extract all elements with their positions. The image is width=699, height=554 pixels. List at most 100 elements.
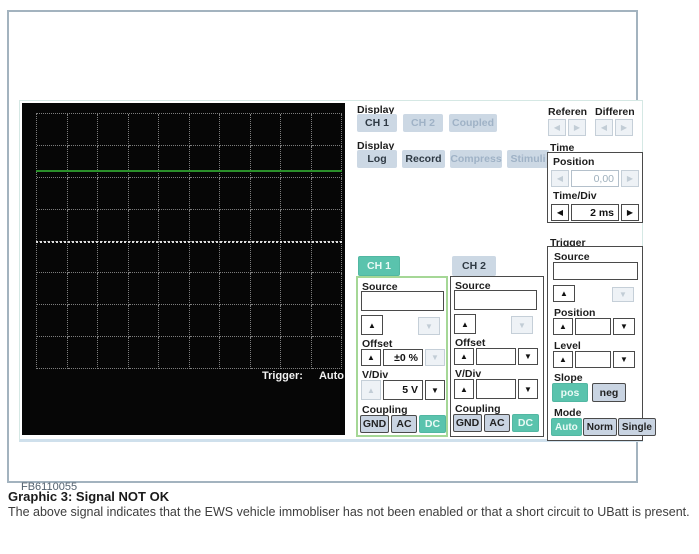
referen-prev-button[interactable]: ◀ bbox=[548, 119, 566, 136]
ch1-offset-field[interactable]: ±0 % bbox=[383, 349, 423, 366]
trigger-position-field[interactable] bbox=[575, 318, 611, 335]
ch2-vdiv-field[interactable] bbox=[476, 379, 516, 399]
arrow-up-icon: ▲ bbox=[461, 319, 469, 329]
arrow-up-icon: ▲ bbox=[368, 320, 376, 330]
ch2-coupling-gnd-button[interactable]: GND bbox=[453, 414, 482, 432]
ch2-offset-up-button[interactable]: ▲ bbox=[454, 348, 474, 365]
trigger-source-up-button[interactable]: ▲ bbox=[553, 285, 575, 302]
arrow-down-icon: ▼ bbox=[524, 384, 532, 394]
compress-button[interactable]: Compress bbox=[450, 150, 502, 168]
ch1-source-down-button[interactable]: ▼ bbox=[418, 317, 440, 335]
tab-ch2[interactable]: CH 2 bbox=[452, 256, 496, 276]
referen-label: Referen bbox=[548, 106, 588, 118]
time-position-label: Position bbox=[553, 156, 595, 168]
slope-neg-button[interactable]: neg bbox=[592, 383, 626, 402]
page: Trigger: Auto Display CH 1 CH 2 Coupled … bbox=[0, 0, 699, 554]
timediv-field[interactable]: 2 ms bbox=[571, 204, 619, 221]
arrow-right-icon: ▶ bbox=[620, 123, 628, 132]
ch1-panel: Source ▲ ▼ Offset ▲ ±0 % ▼ V/Div ▲ 5 V ▼… bbox=[356, 276, 448, 437]
trigger-status-label: Trigger: bbox=[262, 370, 303, 382]
arrow-right-icon: ▶ bbox=[626, 208, 634, 217]
ch1-coupling-dc-button[interactable]: DC bbox=[419, 415, 446, 433]
ch1-coupling-gnd-button[interactable]: GND bbox=[360, 415, 389, 433]
ch1-vdiv-field[interactable]: 5 V bbox=[383, 380, 423, 400]
arrow-down-icon: ▼ bbox=[518, 320, 526, 330]
stimuli-button[interactable]: Stimuli bbox=[507, 150, 549, 168]
caption-body: The above signal indicates that the EWS … bbox=[8, 505, 690, 519]
differen-label: Differen bbox=[595, 106, 635, 118]
ch2-offset-down-button[interactable]: ▼ bbox=[518, 348, 538, 365]
trigger-level-up-button[interactable]: ▲ bbox=[553, 351, 573, 368]
arrow-down-icon: ▼ bbox=[524, 352, 532, 361]
oscilloscope-app: Trigger: Auto Display CH 1 CH 2 Coupled … bbox=[19, 100, 656, 442]
trigger-level-field[interactable] bbox=[575, 351, 611, 368]
arrow-down-icon: ▼ bbox=[619, 290, 627, 299]
ch1-coupling-ac-button[interactable]: AC bbox=[391, 415, 417, 433]
slope-pos-button[interactable]: pos bbox=[552, 383, 588, 402]
arrow-up-icon: ▲ bbox=[460, 384, 468, 394]
arrow-up-icon: ▲ bbox=[560, 289, 568, 298]
display-coupled-button[interactable]: Coupled bbox=[449, 114, 497, 132]
trigger-status-value: Auto bbox=[318, 370, 344, 382]
ch2-vdiv-down-button[interactable]: ▼ bbox=[518, 379, 538, 399]
arrow-up-icon: ▲ bbox=[559, 355, 567, 364]
display-ch2-button[interactable]: CH 2 bbox=[403, 114, 443, 132]
ch2-source-field[interactable] bbox=[454, 290, 537, 310]
scope-screen: Trigger: Auto bbox=[22, 103, 345, 435]
ch2-panel: Source ▲ ▼ Offset ▲ ▼ V/Div ▲ ▼ Coupling bbox=[450, 276, 544, 437]
mode-norm-button[interactable]: Norm bbox=[582, 418, 617, 436]
arrow-down-icon: ▼ bbox=[431, 353, 439, 362]
time-group: Position ◀ 0,00 ▶ Time/Div ◀ 2 ms ▶ bbox=[547, 152, 643, 223]
caption-title: Graphic 3: Signal NOT OK bbox=[8, 489, 170, 504]
ch2-coupling-dc-button[interactable]: DC bbox=[512, 414, 539, 432]
ch2-source-down-button[interactable]: ▼ bbox=[511, 316, 533, 334]
trigger-source-down-button[interactable]: ▼ bbox=[612, 287, 634, 302]
trigger-position-up-button[interactable]: ▲ bbox=[553, 318, 573, 335]
arrow-up-icon: ▲ bbox=[367, 385, 375, 395]
time-position-increase-button[interactable]: ▶ bbox=[621, 170, 639, 187]
arrow-down-icon: ▼ bbox=[620, 355, 628, 364]
ch2-source-up-button[interactable]: ▲ bbox=[454, 314, 476, 334]
arrow-up-icon: ▲ bbox=[460, 352, 468, 361]
referen-next-button[interactable]: ▶ bbox=[568, 119, 586, 136]
log-button[interactable]: Log bbox=[357, 150, 397, 168]
tab-ch1[interactable]: CH 1 bbox=[358, 256, 400, 276]
mode-single-button[interactable]: Single bbox=[617, 418, 656, 436]
trigger-position-down-button[interactable]: ▼ bbox=[613, 318, 635, 335]
ch1-offset-up-button[interactable]: ▲ bbox=[361, 349, 381, 366]
arrow-left-icon: ◀ bbox=[556, 174, 564, 183]
timediv-label: Time/Div bbox=[553, 190, 597, 202]
timediv-decrease-button[interactable]: ◀ bbox=[551, 204, 569, 221]
trigger-source-field[interactable] bbox=[553, 262, 638, 280]
signal-trace-flatline bbox=[36, 170, 342, 172]
trigger-level-down-button[interactable]: ▼ bbox=[613, 351, 635, 368]
differen-next-button[interactable]: ▶ bbox=[615, 119, 633, 136]
arrow-left-icon: ◀ bbox=[600, 123, 608, 132]
ch1-source-up-button[interactable]: ▲ bbox=[361, 315, 383, 335]
time-position-field[interactable]: 0,00 bbox=[571, 170, 619, 187]
arrow-down-icon: ▼ bbox=[431, 385, 439, 395]
record-button[interactable]: Record bbox=[402, 150, 445, 168]
ch1-offset-down-button[interactable]: ▼ bbox=[425, 349, 445, 366]
ch2-coupling-ac-button[interactable]: AC bbox=[484, 414, 510, 432]
scope-status: Trigger: Auto bbox=[262, 370, 344, 382]
arrow-right-icon: ▶ bbox=[626, 174, 634, 183]
arrow-up-icon: ▲ bbox=[367, 353, 375, 362]
scope-center-line bbox=[36, 241, 342, 243]
timediv-increase-button[interactable]: ▶ bbox=[621, 204, 639, 221]
arrow-right-icon: ▶ bbox=[573, 123, 581, 132]
trigger-group: Source ▲ ▼ Position ▲ ▼ Level ▲ ▼ Slope bbox=[547, 246, 656, 441]
arrow-left-icon: ◀ bbox=[556, 208, 564, 217]
display-ch1-button[interactable]: CH 1 bbox=[357, 114, 397, 132]
arrow-left-icon: ◀ bbox=[553, 123, 561, 132]
ch1-vdiv-up-button[interactable]: ▲ bbox=[361, 380, 381, 400]
differen-prev-button[interactable]: ◀ bbox=[595, 119, 613, 136]
time-position-decrease-button[interactable]: ◀ bbox=[551, 170, 569, 187]
ch1-source-field[interactable] bbox=[361, 291, 444, 311]
ch2-offset-field[interactable] bbox=[476, 348, 516, 365]
mode-auto-button[interactable]: Auto bbox=[551, 418, 582, 436]
ch1-vdiv-down-button[interactable]: ▼ bbox=[425, 380, 445, 400]
arrow-up-icon: ▲ bbox=[559, 322, 567, 331]
arrow-down-icon: ▼ bbox=[425, 321, 433, 331]
ch2-vdiv-up-button[interactable]: ▲ bbox=[454, 379, 474, 399]
